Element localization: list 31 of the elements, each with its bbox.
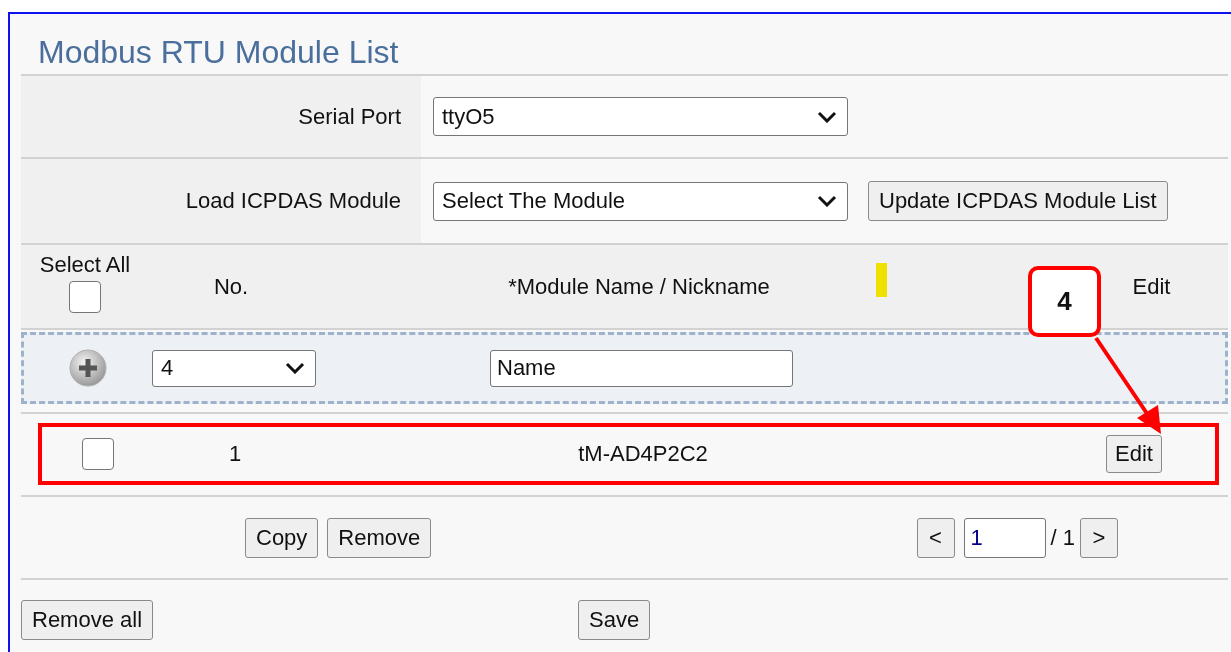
column-header: Select All — [39, 253, 131, 277]
select-all-checkbox[interactable] — [69, 281, 101, 313]
chevron-icon — [285, 362, 305, 374]
page-total: / 1 — [1050, 524, 1075, 551]
save-button[interactable]: Save — [578, 600, 651, 640]
previous-page-button[interactable]: < — [916, 517, 955, 558]
remove-all-button[interactable]: Remove all — [21, 600, 154, 640]
action-button[interactable]: Remove — [327, 517, 432, 558]
row-checkbox[interactable] — [81, 438, 114, 470]
table-cell: tM-AD4P2C2 — [578, 441, 708, 467]
page-input[interactable]: 1 — [963, 517, 1046, 558]
update-list-button[interactable]: Update ICPDAS Module List — [868, 181, 1168, 221]
chevron-icon — [817, 110, 837, 123]
callout-label: 4 — [1028, 266, 1101, 337]
edit-button[interactable]: Edit — [1106, 435, 1162, 473]
table-cell: 1 — [228, 441, 242, 467]
page-title: Modbus RTU Module List — [37, 33, 400, 72]
field-label: Serial Port — [298, 103, 401, 130]
next-page-button[interactable]: > — [1080, 517, 1118, 558]
action-button[interactable]: Copy — [245, 517, 319, 558]
name-input[interactable]: Name — [490, 349, 793, 387]
column-header: No. — [213, 273, 249, 300]
module-dropdown[interactable]: Select The Module — [433, 181, 848, 221]
marker-bar — [875, 263, 887, 297]
column-header: *Module Name / Nickname — [508, 273, 770, 300]
number-dropdown[interactable]: 4 — [152, 349, 316, 387]
field-label: Load ICPDAS Module — [185, 188, 401, 214]
column-header: Edit — [1132, 273, 1171, 300]
add-icon[interactable] — [68, 348, 108, 388]
chevron-icon — [817, 195, 837, 207]
port-dropdown[interactable]: ttyO5 — [433, 97, 848, 136]
